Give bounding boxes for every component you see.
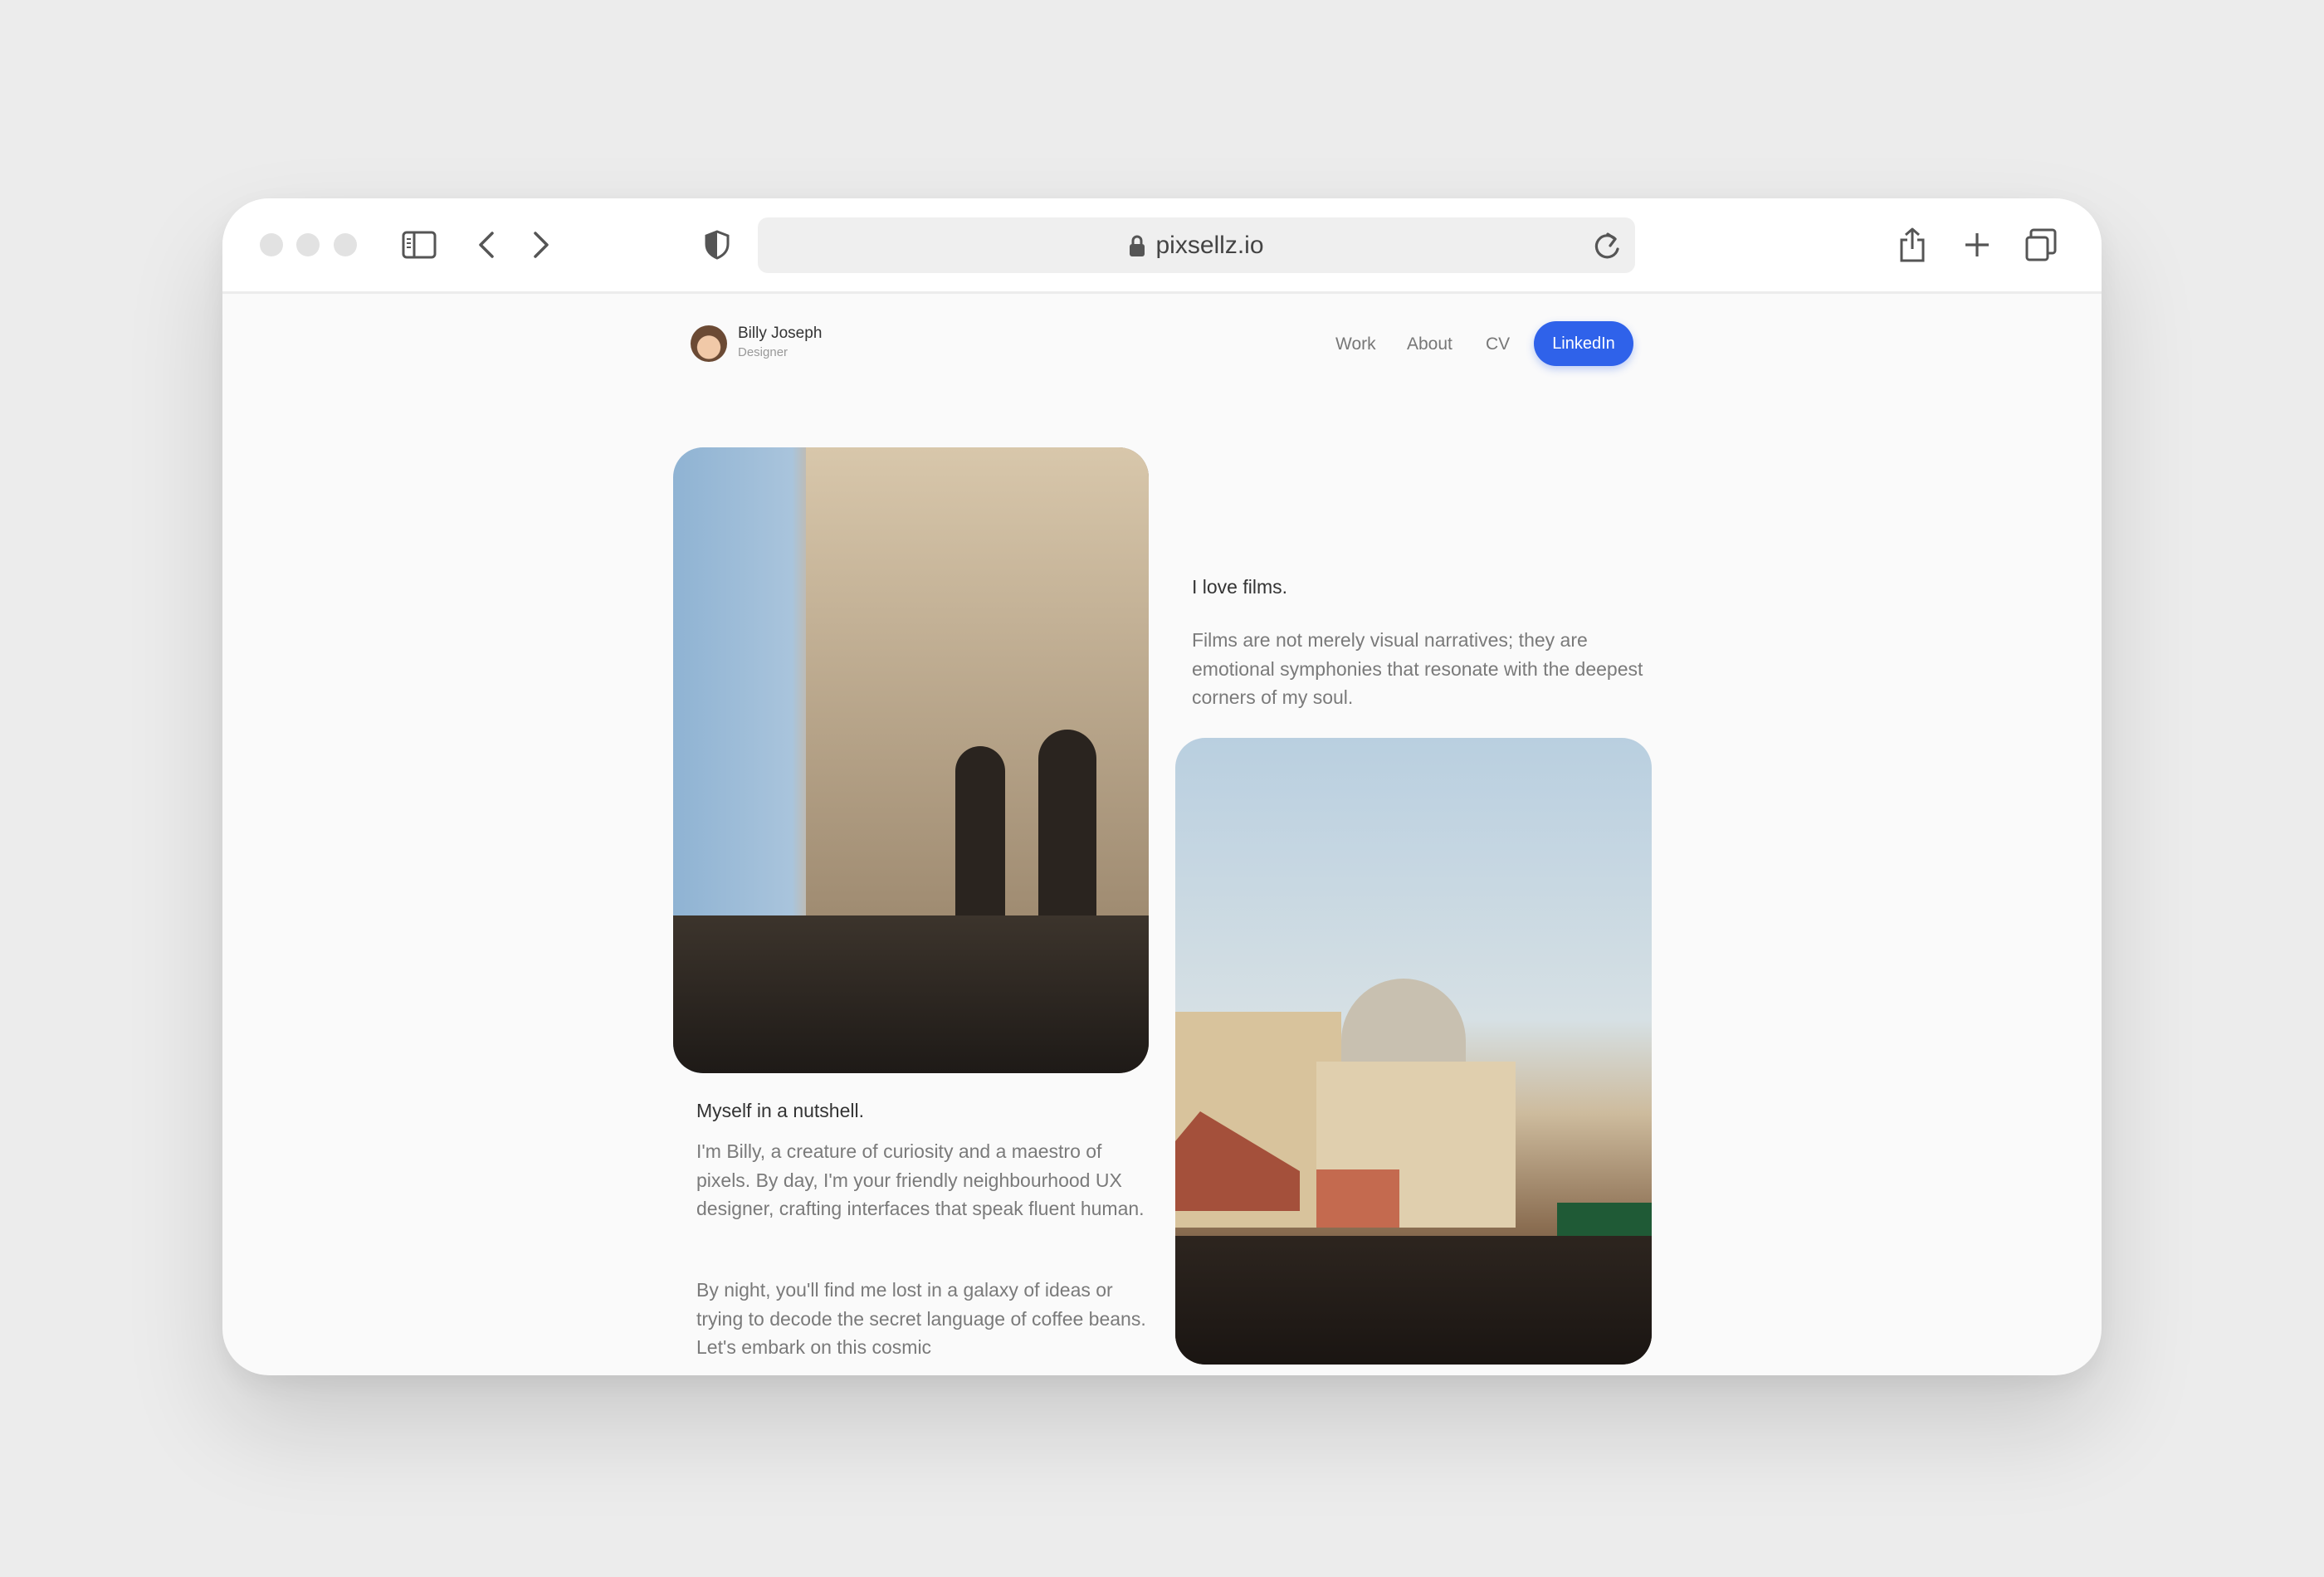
tabs-icon[interactable] (2024, 227, 2058, 263)
address-bar[interactable]: pixsellz.io (758, 217, 1635, 273)
url-text: pixsellz.io (1155, 231, 1264, 259)
about-paragraph-1: I'm Billy, a creature of curiosity and a… (696, 1140, 1145, 1219)
street-arcade-photo (673, 447, 1149, 1073)
browser-toolbar: pixsellz.io (222, 198, 2102, 294)
avatar[interactable] (691, 325, 727, 362)
close-window-button[interactable] (260, 233, 283, 256)
about-paragraph-2: By night, you'll find me lost in a galax… (696, 1279, 1146, 1358)
user-role: Designer (738, 345, 788, 359)
nav-work[interactable]: Work (1335, 334, 1376, 354)
forward-icon[interactable] (528, 228, 554, 261)
films-text: Films are not merely visual narratives; … (1192, 629, 1643, 708)
reload-icon[interactable] (1590, 230, 1623, 263)
back-icon[interactable] (473, 228, 500, 261)
nav-cv[interactable]: CV (1486, 334, 1510, 354)
nav-about[interactable]: About (1407, 334, 1452, 354)
shield-icon[interactable] (702, 228, 732, 261)
sidebar-icon[interactable] (401, 228, 437, 261)
minimize-window-button[interactable] (296, 233, 320, 256)
market-square-photo (1175, 738, 1652, 1365)
share-icon[interactable] (1896, 225, 1929, 265)
films-heading: I love films. (1192, 576, 1288, 598)
maximize-window-button[interactable] (334, 233, 357, 256)
new-tab-icon[interactable] (1960, 228, 1994, 261)
about-heading: Myself in a nutshell. (696, 1100, 864, 1121)
linkedin-button[interactable]: LinkedIn (1534, 321, 1633, 366)
page-content: Billy Joseph Designer Work About CV Link… (222, 296, 2102, 1375)
user-name: Billy Joseph (738, 325, 823, 342)
browser-window: pixsellz.io Billy Joseph Designer Work A… (222, 198, 2102, 1375)
lock-icon (1130, 235, 1145, 256)
